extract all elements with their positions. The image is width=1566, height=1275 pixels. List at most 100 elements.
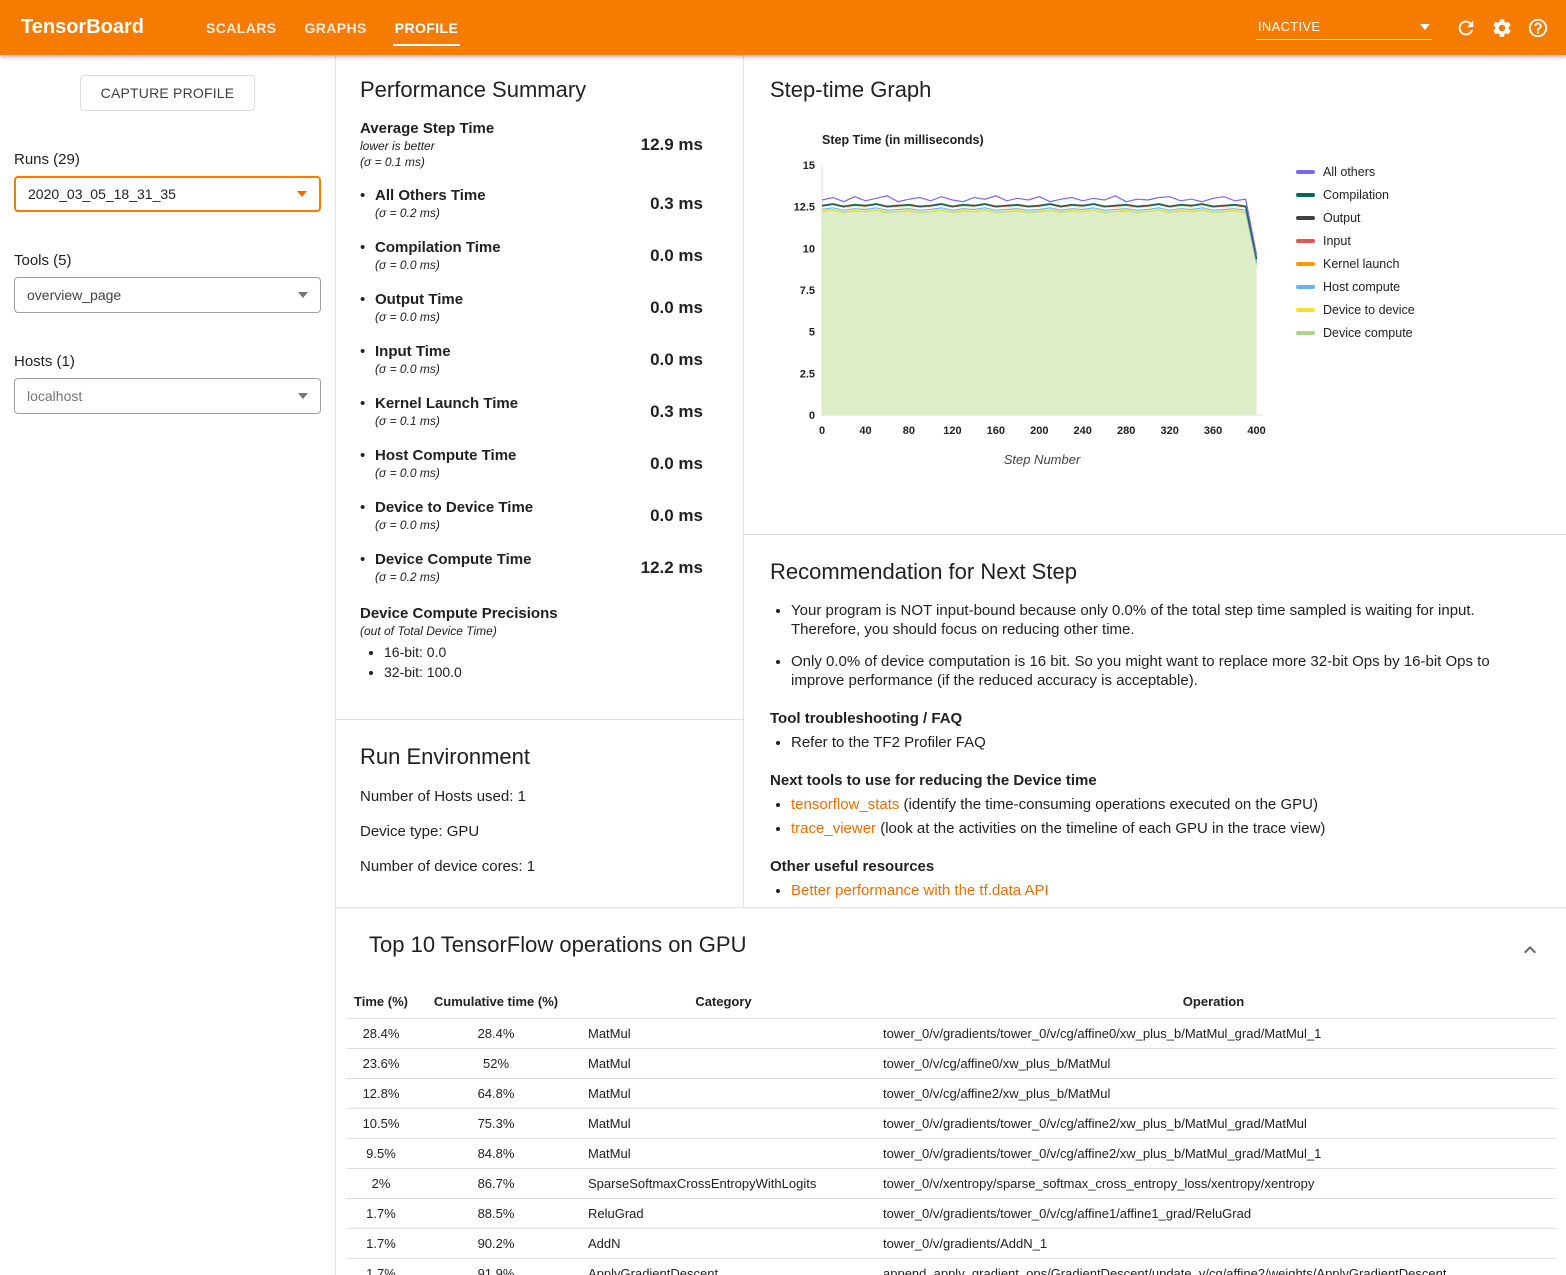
capture-profile-button[interactable]: CAPTURE PROFILE — [80, 75, 256, 111]
runs-select[interactable]: 2020_03_05_18_31_35 — [14, 176, 321, 212]
table-cell: AddN — [576, 1229, 871, 1259]
refresh-icon[interactable] — [1454, 16, 1478, 40]
svg-text:12.5: 12.5 — [794, 202, 815, 214]
metric-name: Device to Device Time — [375, 498, 650, 517]
ops-column-header: Category — [576, 985, 871, 1019]
perf-summary-item: •Host Compute Time(σ = 0.0 ms)0.0 ms — [360, 446, 703, 481]
svg-text:10: 10 — [803, 243, 815, 255]
table-cell: 23.6% — [346, 1049, 416, 1079]
step-time-chart: Step Time (in milliseconds) 02.557.51012… — [782, 133, 1268, 467]
table-cell: 52% — [416, 1049, 576, 1079]
svg-text:80: 80 — [903, 425, 915, 437]
recommendation-item: trace_viewer (look at the activities on … — [791, 819, 1530, 838]
table-row: 1.7%88.5%ReluGradtower_0/v/gradients/tow… — [346, 1199, 1556, 1229]
perf-metric-list: •All Others Time(σ = 0.2 ms)0.3 ms•Compi… — [360, 186, 703, 585]
svg-text:0: 0 — [819, 425, 825, 437]
metric-name: Kernel Launch Time — [375, 394, 650, 413]
legend-label: Output — [1323, 211, 1361, 225]
tab-graphs[interactable]: GRAPHS — [304, 0, 366, 55]
ops-column-header: Time (%) — [346, 985, 416, 1019]
table-cell: 75.3% — [416, 1109, 576, 1139]
tools-select[interactable]: overview_page — [14, 277, 321, 313]
legend-swatch-icon — [1296, 308, 1315, 312]
table-cell: tower_0/v/cg/affine0/xw_plus_b/MatMul — [871, 1049, 1556, 1079]
precisions-note: (out of Total Device Time) — [360, 624, 703, 638]
table-row: 12.8%64.8%MatMultower_0/v/cg/affine2/xw_… — [346, 1079, 1556, 1109]
chevron-down-icon — [1420, 24, 1430, 30]
table-cell: tower_0/v/gradients/tower_0/v/cg/affine1… — [871, 1199, 1556, 1229]
status-select-value: INACTIVE — [1258, 19, 1320, 34]
table-cell: tower_0/v/gradients/tower_0/v/cg/affine2… — [871, 1139, 1556, 1169]
table-cell: 10.5% — [346, 1109, 416, 1139]
table-row: 1.7%90.2%AddNtower_0/v/gradients/AddN_1 — [346, 1229, 1556, 1259]
table-row: 1.7%91.9%ApplyGradientDescentappend_appl… — [346, 1259, 1556, 1275]
legend-item: Device to device — [1296, 303, 1415, 317]
run-environment-lines: Number of Hosts used: 1Device type: GPUN… — [360, 788, 719, 875]
metric-value: 0.3 ms — [650, 194, 703, 214]
table-cell: 84.8% — [416, 1139, 576, 1169]
table-cell: 1.7% — [346, 1259, 416, 1275]
recommendation-item-text: (look at the activities on the timeline … — [876, 820, 1325, 837]
recommendation-panel: Recommendation for Next Step Your progra… — [744, 535, 1566, 905]
recommendation-link[interactable]: trace_viewer — [791, 820, 876, 837]
step-time-graph-title: Step-time Graph — [770, 77, 1566, 103]
table-cell: tower_0/v/gradients/tower_0/v/cg/affine0… — [871, 1019, 1556, 1049]
recommendation-bullets: Your program is NOT input-bound because … — [770, 601, 1530, 690]
ops-column-header: Cumulative time (%) — [416, 985, 576, 1019]
legend-label: Host compute — [1323, 280, 1400, 294]
settings-icon[interactable] — [1490, 16, 1514, 40]
recommendation-link[interactable]: tensorflow_stats — [791, 796, 899, 813]
table-cell: 88.5% — [416, 1199, 576, 1229]
table-cell: tower_0/v/gradients/tower_0/v/cg/affine2… — [871, 1109, 1556, 1139]
recommendation-bullet: Only 0.0% of device computation is 16 bi… — [791, 652, 1530, 690]
table-cell: MatMul — [576, 1049, 871, 1079]
table-cell: tower_0/v/xentropy/sparse_softmax_cross_… — [871, 1169, 1556, 1199]
legend-item: All others — [1296, 165, 1415, 179]
legend-item: Compilation — [1296, 188, 1415, 202]
legend-swatch-icon — [1296, 262, 1315, 266]
bullet-icon: • — [360, 238, 375, 257]
table-cell: tower_0/v/cg/affine2/xw_plus_b/MatMul — [871, 1079, 1556, 1109]
summary-column: Performance Summary Average Step Time lo… — [336, 55, 744, 907]
metric-value: 0.3 ms — [650, 402, 703, 422]
recommendation-link[interactable]: Better performance with the tf.data API — [791, 882, 1049, 899]
recommendation-sections: Tool troubleshooting / FAQRefer to the T… — [770, 710, 1530, 900]
status-select[interactable]: INACTIVE — [1256, 15, 1432, 40]
hosts-select[interactable]: localhost — [14, 378, 321, 414]
nav-tabs: SCALARS GRAPHS PROFILE — [192, 0, 472, 55]
header-actions: INACTIVE — [1256, 15, 1550, 40]
metric-value: 12.2 ms — [641, 558, 703, 578]
table-cell: 1.7% — [346, 1199, 416, 1229]
step-time-graph-panel: Step-time Graph Step Time (in millisecon… — [744, 55, 1566, 535]
svg-text:240: 240 — [1074, 425, 1092, 437]
chevron-down-icon — [297, 191, 307, 197]
help-icon[interactable] — [1526, 16, 1550, 40]
svg-text:360: 360 — [1204, 425, 1222, 437]
perf-summary-item: •Output Time(σ = 0.0 ms)0.0 ms — [360, 290, 703, 325]
legend-label: Input — [1323, 234, 1351, 248]
legend-label: Kernel launch — [1323, 257, 1399, 271]
metric-value: 0.0 ms — [650, 298, 703, 318]
collapse-icon[interactable] — [1518, 938, 1542, 967]
metric-sigma: (σ = 0.0 ms) — [375, 309, 650, 325]
legend-item: Kernel launch — [1296, 257, 1415, 271]
tab-scalars[interactable]: SCALARS — [206, 0, 276, 55]
recommendation-section-heading: Other useful resources — [770, 858, 1530, 875]
run-environment-panel: Run Environment Number of Hosts used: 1D… — [336, 720, 743, 875]
metric-value: 0.0 ms — [650, 454, 703, 474]
legend-label: Device compute — [1323, 326, 1413, 340]
table-cell: tower_0/v/gradients/AddN_1 — [871, 1229, 1556, 1259]
tab-profile[interactable]: PROFILE — [395, 0, 458, 55]
table-cell: ApplyGradientDescent — [576, 1259, 871, 1275]
tools-label: Tools (5) — [14, 252, 321, 269]
svg-text:40: 40 — [859, 425, 871, 437]
legend-swatch-icon — [1296, 193, 1315, 197]
precision-item: 32-bit: 100.0 — [384, 664, 703, 680]
tools-select-value: overview_page — [27, 287, 121, 303]
recommendation-item: Better performance with the tf.data API — [791, 881, 1530, 900]
metric-name: Output Time — [375, 290, 650, 309]
bullet-icon: • — [360, 550, 375, 569]
recommendation-section-heading: Next tools to use for reducing the Devic… — [770, 772, 1530, 789]
legend-swatch-icon — [1296, 285, 1315, 289]
run-environment-title: Run Environment — [360, 744, 719, 770]
